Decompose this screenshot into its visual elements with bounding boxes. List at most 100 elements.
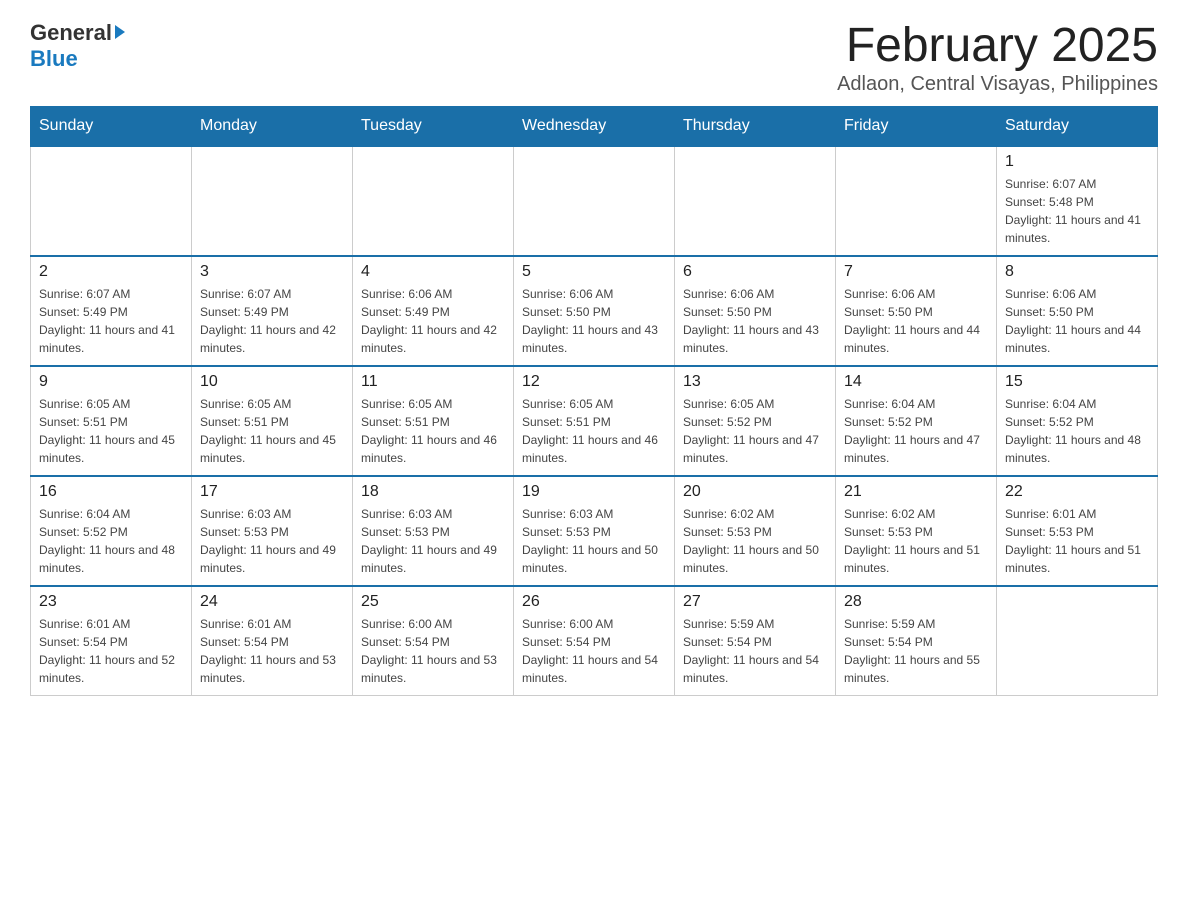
- day-number: 19: [522, 483, 666, 501]
- calendar-day-cell: 14 Sunrise: 6:04 AM Sunset: 5:52 PM Dayli…: [836, 366, 997, 476]
- day-number: 12: [522, 373, 666, 391]
- calendar-week-row: 16 Sunrise: 6:04 AM Sunset: 5:52 PM Dayli…: [31, 476, 1158, 586]
- day-number: 8: [1005, 263, 1149, 281]
- day-info: Sunrise: 6:02 AM Sunset: 5:53 PM Dayligh…: [844, 505, 988, 577]
- calendar-day-header: Thursday: [675, 106, 836, 146]
- calendar-day-cell: [675, 146, 836, 256]
- calendar-day-cell: 16 Sunrise: 6:04 AM Sunset: 5:52 PM Dayli…: [31, 476, 192, 586]
- day-info: Sunrise: 6:07 AM Sunset: 5:48 PM Dayligh…: [1005, 175, 1149, 247]
- calendar-day-cell: 21 Sunrise: 6:02 AM Sunset: 5:53 PM Dayli…: [836, 476, 997, 586]
- day-info: Sunrise: 6:04 AM Sunset: 5:52 PM Dayligh…: [1005, 395, 1149, 467]
- calendar-week-row: 2 Sunrise: 6:07 AM Sunset: 5:49 PM Daylig…: [31, 256, 1158, 366]
- day-number: 4: [361, 263, 505, 281]
- calendar-day-cell: 17 Sunrise: 6:03 AM Sunset: 5:53 PM Dayli…: [192, 476, 353, 586]
- calendar-day-cell: 3Sunrise: 6:07 AM Sunset: 5:49 PM Daylig…: [192, 256, 353, 366]
- day-number: 11: [361, 373, 505, 391]
- calendar-day-cell: [192, 146, 353, 256]
- calendar-day-cell: 18 Sunrise: 6:03 AM Sunset: 5:53 PM Dayli…: [353, 476, 514, 586]
- calendar-table: SundayMondayTuesdayWednesdayThursdayFrid…: [30, 106, 1158, 697]
- day-info: Sunrise: 6:01 AM Sunset: 5:54 PM Dayligh…: [39, 615, 183, 687]
- day-number: 1: [1005, 153, 1149, 171]
- day-info: Sunrise: 6:04 AM Sunset: 5:52 PM Dayligh…: [844, 395, 988, 467]
- logo-blue-text: Blue: [30, 46, 78, 72]
- calendar-day-header: Saturday: [997, 106, 1158, 146]
- calendar-day-cell: 22 Sunrise: 6:01 AM Sunset: 5:53 PM Dayli…: [997, 476, 1158, 586]
- calendar-day-header: Tuesday: [353, 106, 514, 146]
- day-number: 10: [200, 373, 344, 391]
- calendar-day-cell: 25 Sunrise: 6:00 AM Sunset: 5:54 PM Dayli…: [353, 586, 514, 696]
- day-number: 14: [844, 373, 988, 391]
- calendar-day-cell: 15 Sunrise: 6:04 AM Sunset: 5:52 PM Dayli…: [997, 366, 1158, 476]
- day-info: Sunrise: 6:06 AM Sunset: 5:50 PM Dayligh…: [683, 285, 827, 357]
- calendar-day-cell: [997, 586, 1158, 696]
- calendar-day-cell: 23 Sunrise: 6:01 AM Sunset: 5:54 PM Dayli…: [31, 586, 192, 696]
- location-label: Adlaon, Central Visayas, Philippines: [837, 73, 1158, 96]
- calendar-header-row: SundayMondayTuesdayWednesdayThursdayFrid…: [31, 106, 1158, 146]
- day-info: Sunrise: 6:03 AM Sunset: 5:53 PM Dayligh…: [361, 505, 505, 577]
- day-info: Sunrise: 6:05 AM Sunset: 5:51 PM Dayligh…: [522, 395, 666, 467]
- month-title: February 2025: [837, 20, 1158, 73]
- calendar-day-cell: 4 Sunrise: 6:06 AM Sunset: 5:49 PM Daylig…: [353, 256, 514, 366]
- day-number: 17: [200, 483, 344, 501]
- logo-general-label: General: [30, 20, 112, 46]
- day-info: Sunrise: 5:59 AM Sunset: 5:54 PM Dayligh…: [844, 615, 988, 687]
- calendar-day-cell: 7Sunrise: 6:06 AM Sunset: 5:50 PM Daylig…: [836, 256, 997, 366]
- calendar-day-cell: 1 Sunrise: 6:07 AM Sunset: 5:48 PM Daylig…: [997, 146, 1158, 256]
- day-info: Sunrise: 6:06 AM Sunset: 5:49 PM Dayligh…: [361, 285, 505, 357]
- calendar-day-cell: [31, 146, 192, 256]
- logo-blue-label: Blue: [30, 46, 78, 72]
- day-number: 25: [361, 593, 505, 611]
- day-info: Sunrise: 6:05 AM Sunset: 5:51 PM Dayligh…: [39, 395, 183, 467]
- page-header: General Blue February 2025 Adlaon, Centr…: [30, 20, 1158, 96]
- calendar-day-cell: 19 Sunrise: 6:03 AM Sunset: 5:53 PM Dayli…: [514, 476, 675, 586]
- day-number: 21: [844, 483, 988, 501]
- calendar-day-cell: 9 Sunrise: 6:05 AM Sunset: 5:51 PM Daylig…: [31, 366, 192, 476]
- day-number: 26: [522, 593, 666, 611]
- day-number: 23: [39, 593, 183, 611]
- calendar-day-cell: 11Sunrise: 6:05 AM Sunset: 5:51 PM Dayli…: [353, 366, 514, 476]
- day-info: Sunrise: 6:07 AM Sunset: 5:49 PM Dayligh…: [39, 285, 183, 357]
- day-info: Sunrise: 6:06 AM Sunset: 5:50 PM Dayligh…: [522, 285, 666, 357]
- day-info: Sunrise: 6:04 AM Sunset: 5:52 PM Dayligh…: [39, 505, 183, 577]
- day-number: 5: [522, 263, 666, 281]
- calendar-day-cell: 27Sunrise: 5:59 AM Sunset: 5:54 PM Dayli…: [675, 586, 836, 696]
- calendar-day-cell: 12 Sunrise: 6:05 AM Sunset: 5:51 PM Dayli…: [514, 366, 675, 476]
- day-number: 15: [1005, 373, 1149, 391]
- calendar-day-cell: 13Sunrise: 6:05 AM Sunset: 5:52 PM Dayli…: [675, 366, 836, 476]
- day-number: 18: [361, 483, 505, 501]
- calendar-day-cell: 26 Sunrise: 6:00 AM Sunset: 5:54 PM Dayli…: [514, 586, 675, 696]
- day-number: 2: [39, 263, 183, 281]
- day-number: 9: [39, 373, 183, 391]
- title-area: February 2025 Adlaon, Central Visayas, P…: [837, 20, 1158, 96]
- day-info: Sunrise: 6:00 AM Sunset: 5:54 PM Dayligh…: [361, 615, 505, 687]
- day-info: Sunrise: 6:00 AM Sunset: 5:54 PM Dayligh…: [522, 615, 666, 687]
- calendar-day-cell: 6Sunrise: 6:06 AM Sunset: 5:50 PM Daylig…: [675, 256, 836, 366]
- day-info: Sunrise: 6:05 AM Sunset: 5:51 PM Dayligh…: [200, 395, 344, 467]
- day-info: Sunrise: 6:01 AM Sunset: 5:54 PM Dayligh…: [200, 615, 344, 687]
- calendar-day-header: Friday: [836, 106, 997, 146]
- day-info: Sunrise: 6:03 AM Sunset: 5:53 PM Dayligh…: [522, 505, 666, 577]
- day-info: Sunrise: 5:59 AM Sunset: 5:54 PM Dayligh…: [683, 615, 827, 687]
- day-number: 16: [39, 483, 183, 501]
- calendar-day-header: Sunday: [31, 106, 192, 146]
- calendar-day-cell: 8 Sunrise: 6:06 AM Sunset: 5:50 PM Daylig…: [997, 256, 1158, 366]
- calendar-day-cell: [353, 146, 514, 256]
- day-info: Sunrise: 6:05 AM Sunset: 5:52 PM Dayligh…: [683, 395, 827, 467]
- day-info: Sunrise: 6:07 AM Sunset: 5:49 PM Dayligh…: [200, 285, 344, 357]
- calendar-day-cell: [514, 146, 675, 256]
- calendar-day-cell: 2 Sunrise: 6:07 AM Sunset: 5:49 PM Daylig…: [31, 256, 192, 366]
- calendar-day-cell: 28 Sunrise: 5:59 AM Sunset: 5:54 PM Dayli…: [836, 586, 997, 696]
- day-number: 28: [844, 593, 988, 611]
- calendar-day-header: Monday: [192, 106, 353, 146]
- day-info: Sunrise: 6:01 AM Sunset: 5:53 PM Dayligh…: [1005, 505, 1149, 577]
- calendar-day-cell: 20Sunrise: 6:02 AM Sunset: 5:53 PM Dayli…: [675, 476, 836, 586]
- logo: General Blue: [30, 20, 125, 72]
- calendar-day-cell: 24Sunrise: 6:01 AM Sunset: 5:54 PM Dayli…: [192, 586, 353, 696]
- day-info: Sunrise: 6:06 AM Sunset: 5:50 PM Dayligh…: [1005, 285, 1149, 357]
- calendar-day-cell: [836, 146, 997, 256]
- calendar-day-cell: 10 Sunrise: 6:05 AM Sunset: 5:51 PM Dayli…: [192, 366, 353, 476]
- day-number: 22: [1005, 483, 1149, 501]
- logo-general-text: General: [30, 20, 125, 46]
- day-info: Sunrise: 6:03 AM Sunset: 5:53 PM Dayligh…: [200, 505, 344, 577]
- calendar-week-row: 23 Sunrise: 6:01 AM Sunset: 5:54 PM Dayli…: [31, 586, 1158, 696]
